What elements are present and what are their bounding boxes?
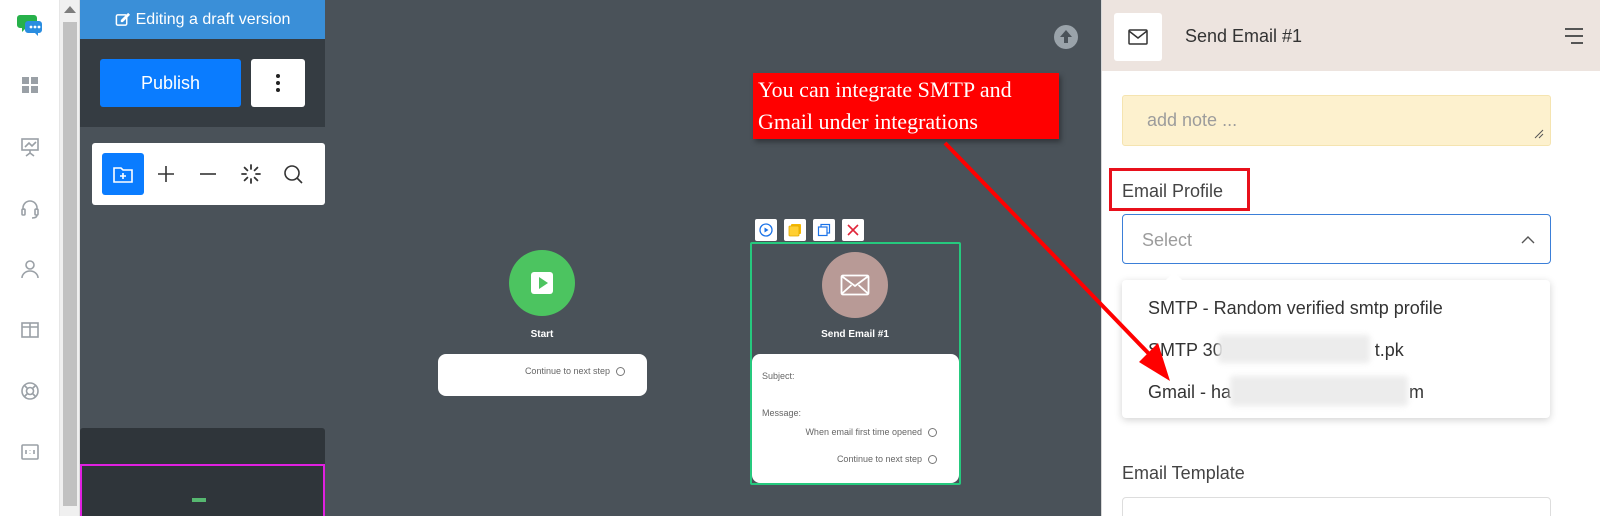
- canvas-minimap[interactable]: [80, 428, 325, 516]
- note-icon[interactable]: [784, 219, 806, 241]
- select-placeholder: Select: [1142, 230, 1193, 250]
- delete-close-icon[interactable]: [842, 219, 864, 241]
- note-textarea[interactable]: add note ...: [1122, 95, 1551, 146]
- start-continue-connector[interactable]: [616, 367, 625, 376]
- email-profile-select[interactable]: Select: [1122, 214, 1551, 264]
- option-smtp-random[interactable]: SMTP - Random verified smtp profile: [1148, 298, 1443, 319]
- annotation-callout: You can integrate SMTP and Gmail under i…: [753, 73, 1059, 139]
- draft-version-banner: Editing a draft version: [80, 0, 325, 39]
- panel-menu-icon[interactable]: [1565, 28, 1583, 44]
- headset-icon[interactable]: [19, 197, 41, 219]
- publish-button[interactable]: Publish: [100, 59, 241, 107]
- upload-arrow-icon[interactable]: [1053, 24, 1079, 50]
- option-smtp-random-label: SMTP - Random verified smtp profile: [1148, 298, 1443, 318]
- edit-icon: [115, 12, 130, 26]
- chevron-up-icon: [1521, 236, 1535, 244]
- minimap-viewport-frame[interactable]: [80, 464, 325, 516]
- option-smtp-prefix: SMTP 30: [1148, 340, 1223, 360]
- email-opened-label: When email first time opened: [805, 427, 922, 437]
- email-template-select[interactable]: [1122, 497, 1551, 516]
- scrollbar-thumb[interactable]: [63, 22, 77, 506]
- start-node-title: Start: [530, 329, 554, 340]
- left-nav-rail: [0, 0, 60, 516]
- option-smtp-suffix: t.pk: [1374, 340, 1404, 360]
- search-icon[interactable]: [272, 153, 314, 195]
- option-gmail-suffix: m: [1409, 382, 1425, 402]
- draft-label: Editing a draft version: [135, 10, 291, 28]
- email-node-card[interactable]: Subject: Message: When email first time …: [752, 354, 959, 483]
- gmail-redaction-blur: [1230, 376, 1408, 406]
- canvas-toolbar: [92, 143, 325, 205]
- email-opened-connector[interactable]: [928, 428, 937, 437]
- dropdown-caret: [1166, 272, 1182, 280]
- email-node-icon[interactable]: [822, 252, 888, 318]
- add-folder-icon[interactable]: [102, 153, 144, 195]
- email-continue-label: Continue to next step: [836, 454, 922, 464]
- vertical-scrollbar[interactable]: [60, 0, 80, 516]
- duplicate-icon[interactable]: [813, 219, 835, 241]
- user-icon[interactable]: [19, 258, 41, 280]
- preview-play-icon[interactable]: [755, 219, 777, 241]
- more-options-button[interactable]: [251, 59, 305, 107]
- fit-view-icon[interactable]: [230, 153, 272, 195]
- email-template-label: Email Template: [1122, 463, 1245, 483]
- presentation-chart-icon[interactable]: [19, 136, 41, 158]
- help-lifebuoy-icon[interactable]: [19, 380, 41, 402]
- zoom-out-icon[interactable]: [187, 153, 229, 195]
- note-placeholder: add note ...: [1147, 110, 1238, 130]
- message-label: Message:: [762, 408, 802, 418]
- email-profile-dropdown: SMTP - Random verified smtp profile SMTP…: [1122, 272, 1550, 418]
- email-node-actions: [755, 219, 864, 241]
- flow-canvas[interactable]: Editing a draft version Publish Start Co…: [80, 0, 1101, 516]
- canvas-top-panel: Editing a draft version Publish: [80, 0, 325, 127]
- email-node-title: Send Email #1: [821, 329, 889, 340]
- form-template-icon[interactable]: [19, 441, 41, 463]
- start-node-card[interactable]: Continue to next step: [438, 354, 647, 396]
- envelope-icon: [1114, 13, 1162, 61]
- zoom-in-icon[interactable]: [145, 153, 187, 195]
- scroll-up-arrow-icon[interactable]: [64, 6, 76, 13]
- subject-label: Subject:: [762, 371, 795, 381]
- resize-grip-icon[interactable]: [1534, 129, 1544, 139]
- start-node-icon[interactable]: [509, 250, 575, 316]
- smtp-redaction-blur: [1218, 335, 1370, 363]
- app-window: Editing a draft version Publish Start Co…: [0, 0, 1600, 516]
- node-settings-panel: Send Email #1 add note ... Email Profile…: [1101, 0, 1600, 516]
- email-profile-label: Email Profile: [1122, 181, 1224, 201]
- email-continue-connector[interactable]: [928, 455, 937, 464]
- panel-title: Send Email #1: [1185, 26, 1303, 46]
- columns-layout-icon[interactable]: [19, 319, 41, 341]
- option-gmail-prefix: Gmail - ha: [1148, 382, 1232, 402]
- minimap-node-marker: [192, 498, 206, 502]
- panel-header: Send Email #1: [1102, 0, 1600, 71]
- start-continue-label: Continue to next step: [524, 366, 610, 376]
- dashboard-icon[interactable]: [19, 74, 41, 96]
- chat-logo-icon[interactable]: [17, 11, 43, 37]
